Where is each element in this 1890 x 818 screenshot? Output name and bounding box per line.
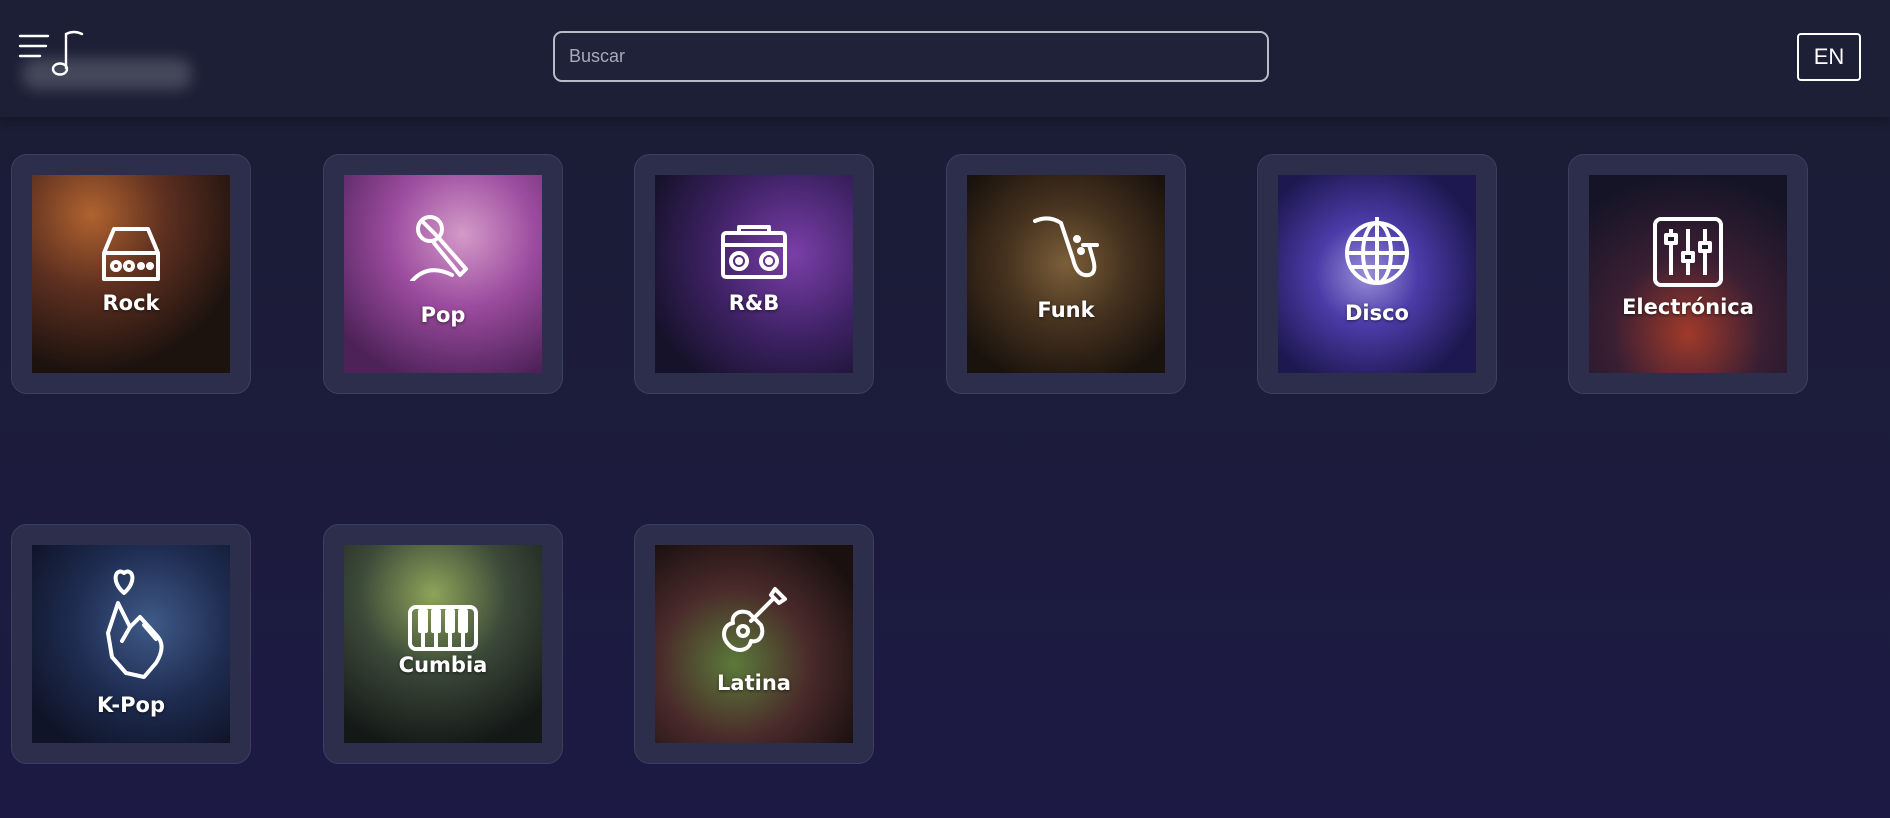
amplifier-icon: [102, 227, 160, 281]
genre-image-rock: Rock: [32, 175, 230, 373]
genre-image-cumbia: Cumbia: [344, 545, 542, 743]
genre-image-funk: Funk: [967, 175, 1165, 373]
boombox-icon: [721, 225, 787, 279]
genre-label: Cumbia: [398, 653, 488, 677]
genre-image-latina: Latina: [655, 545, 853, 743]
genre-image-rnb: R&B: [655, 175, 853, 373]
genre-label: Latina: [717, 671, 791, 695]
genre-label: Rock: [102, 291, 160, 315]
genre-card-kpop[interactable]: K-Pop: [11, 524, 251, 764]
genre-image-disco: Disco: [1278, 175, 1476, 373]
genre-card-latina[interactable]: Latina: [634, 524, 874, 764]
genre-image-kpop: K-Pop: [32, 545, 230, 743]
mixer-sliders-icon: [1653, 217, 1723, 287]
finger-heart-icon: [106, 569, 164, 679]
logo-text-blurred: [22, 58, 192, 90]
genre-card-rnb[interactable]: R&B: [634, 154, 874, 394]
genre-label: Disco: [1344, 301, 1409, 325]
genre-label: R&B: [728, 291, 780, 315]
genre-card-electronica[interactable]: Electrónica: [1568, 154, 1808, 394]
disco-ball-icon: [1345, 217, 1409, 285]
search-input[interactable]: [553, 31, 1269, 82]
guitar-icon: [722, 587, 787, 652]
genre-card-disco[interactable]: Disco: [1257, 154, 1497, 394]
microphone-icon: [410, 215, 468, 281]
genre-label: K-Pop: [96, 693, 165, 717]
genre-label: Funk: [1037, 298, 1095, 322]
genre-card-rock[interactable]: Rock: [11, 154, 251, 394]
genre-label: Electrónica: [1622, 295, 1754, 319]
genre-card-pop[interactable]: Pop: [323, 154, 563, 394]
genre-card-cumbia[interactable]: Cumbia: [323, 524, 563, 764]
genre-image-pop: Pop: [344, 175, 542, 373]
top-bar: EN: [0, 0, 1890, 117]
language-toggle-button[interactable]: EN: [1797, 33, 1861, 81]
genre-card-funk[interactable]: Funk: [946, 154, 1186, 394]
genre-image-electronica: Electrónica: [1589, 175, 1787, 373]
saxophone-icon: [1033, 216, 1099, 278]
genre-label: Pop: [420, 303, 466, 327]
